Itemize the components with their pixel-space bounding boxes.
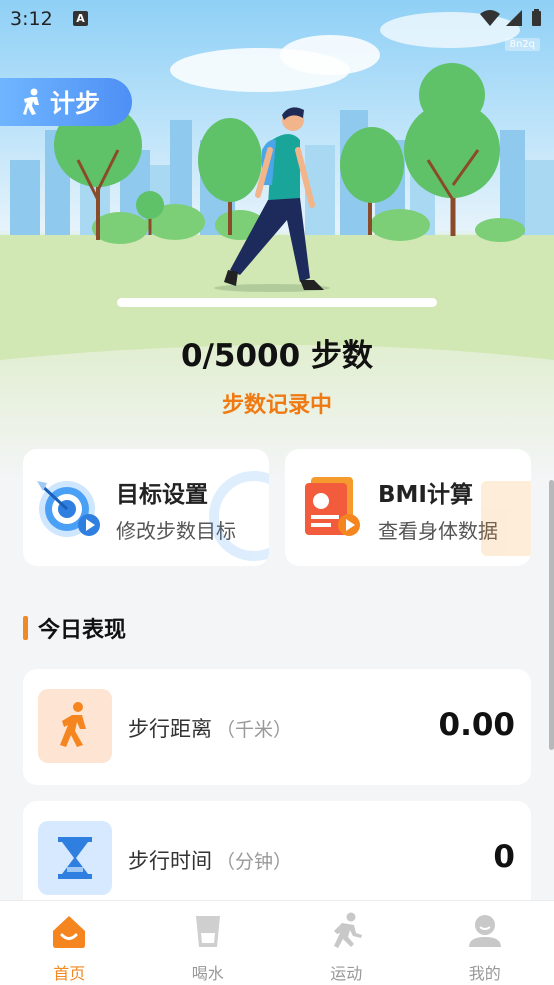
nav-profile[interactable]: 我的 [416, 901, 554, 985]
bmi-watermark-icon [481, 481, 531, 556]
goal-setting-card[interactable]: 目标设置 修改步数目标 [23, 449, 269, 566]
hourglass-icon [58, 837, 92, 879]
notification-icon: A [73, 11, 88, 26]
walk-time-icon-box [38, 821, 112, 895]
watermark: 8n2q [504, 38, 540, 51]
section-today-performance: 今日表现 [23, 615, 127, 643]
target-icon [37, 481, 100, 537]
hero-banner: 计步 0/5000 步数 步数记录中 [0, 0, 554, 480]
badge-label: 计步 [50, 89, 101, 118]
nav-water-label: 喝水 [191, 964, 224, 983]
profile-icon [468, 915, 501, 947]
nav-sport-label: 运动 [330, 964, 363, 983]
steps-count-text: 0/5000 步数 [181, 338, 373, 374]
walking-person-icon [23, 88, 39, 115]
steps-recording-status: 步数记录中 [221, 393, 332, 418]
home-icon [53, 916, 86, 948]
nav-profile-label: 我的 [468, 964, 501, 983]
walk-time-label: 步行时间 （分钟） [128, 849, 293, 873]
wifi-icon [480, 10, 500, 26]
bmi-card[interactable]: BMI计算 查看身体数据 [285, 449, 531, 566]
status-bar: 3:12 A [0, 0, 554, 38]
status-time: 3:12 [10, 8, 53, 30]
step-counter-badge: 计步 [0, 78, 132, 126]
section-title-text: 今日表现 [38, 618, 127, 643]
running-icon [334, 912, 363, 948]
walk-time-value: 0 [493, 839, 515, 875]
bmi-title: BMI计算 [378, 482, 473, 508]
battery-icon [532, 11, 541, 26]
nav-home[interactable]: 首页 [0, 901, 139, 985]
walk-distance-unit: （千米） [216, 719, 293, 741]
bmi-report-icon [305, 477, 360, 536]
target-watermark-icon [209, 471, 269, 561]
bottom-navigation: 首页 喝水 运动 我的 [0, 900, 554, 985]
nav-sport[interactable]: 运动 [277, 901, 416, 985]
walk-distance-value: 0.00 [438, 707, 516, 743]
scrollbar[interactable] [549, 480, 554, 750]
signal-icon [506, 10, 522, 26]
walk-distance-icon-box [38, 689, 112, 763]
walk-distance-label: 步行距离 （千米） [128, 717, 293, 741]
walking-person-icon [60, 702, 86, 747]
nav-water[interactable]: 喝水 [139, 901, 278, 985]
goal-setting-title: 目标设置 [116, 482, 208, 508]
walk-time-unit: （分钟） [216, 851, 293, 873]
walk-distance-card: 步行距离 （千米） 0.00 [23, 669, 531, 785]
water-cup-icon [195, 916, 220, 947]
section-accent-bar [23, 616, 28, 640]
steps-progress-bar [117, 298, 437, 307]
status-icons [480, 9, 541, 26]
nav-home-label: 首页 [53, 964, 86, 983]
